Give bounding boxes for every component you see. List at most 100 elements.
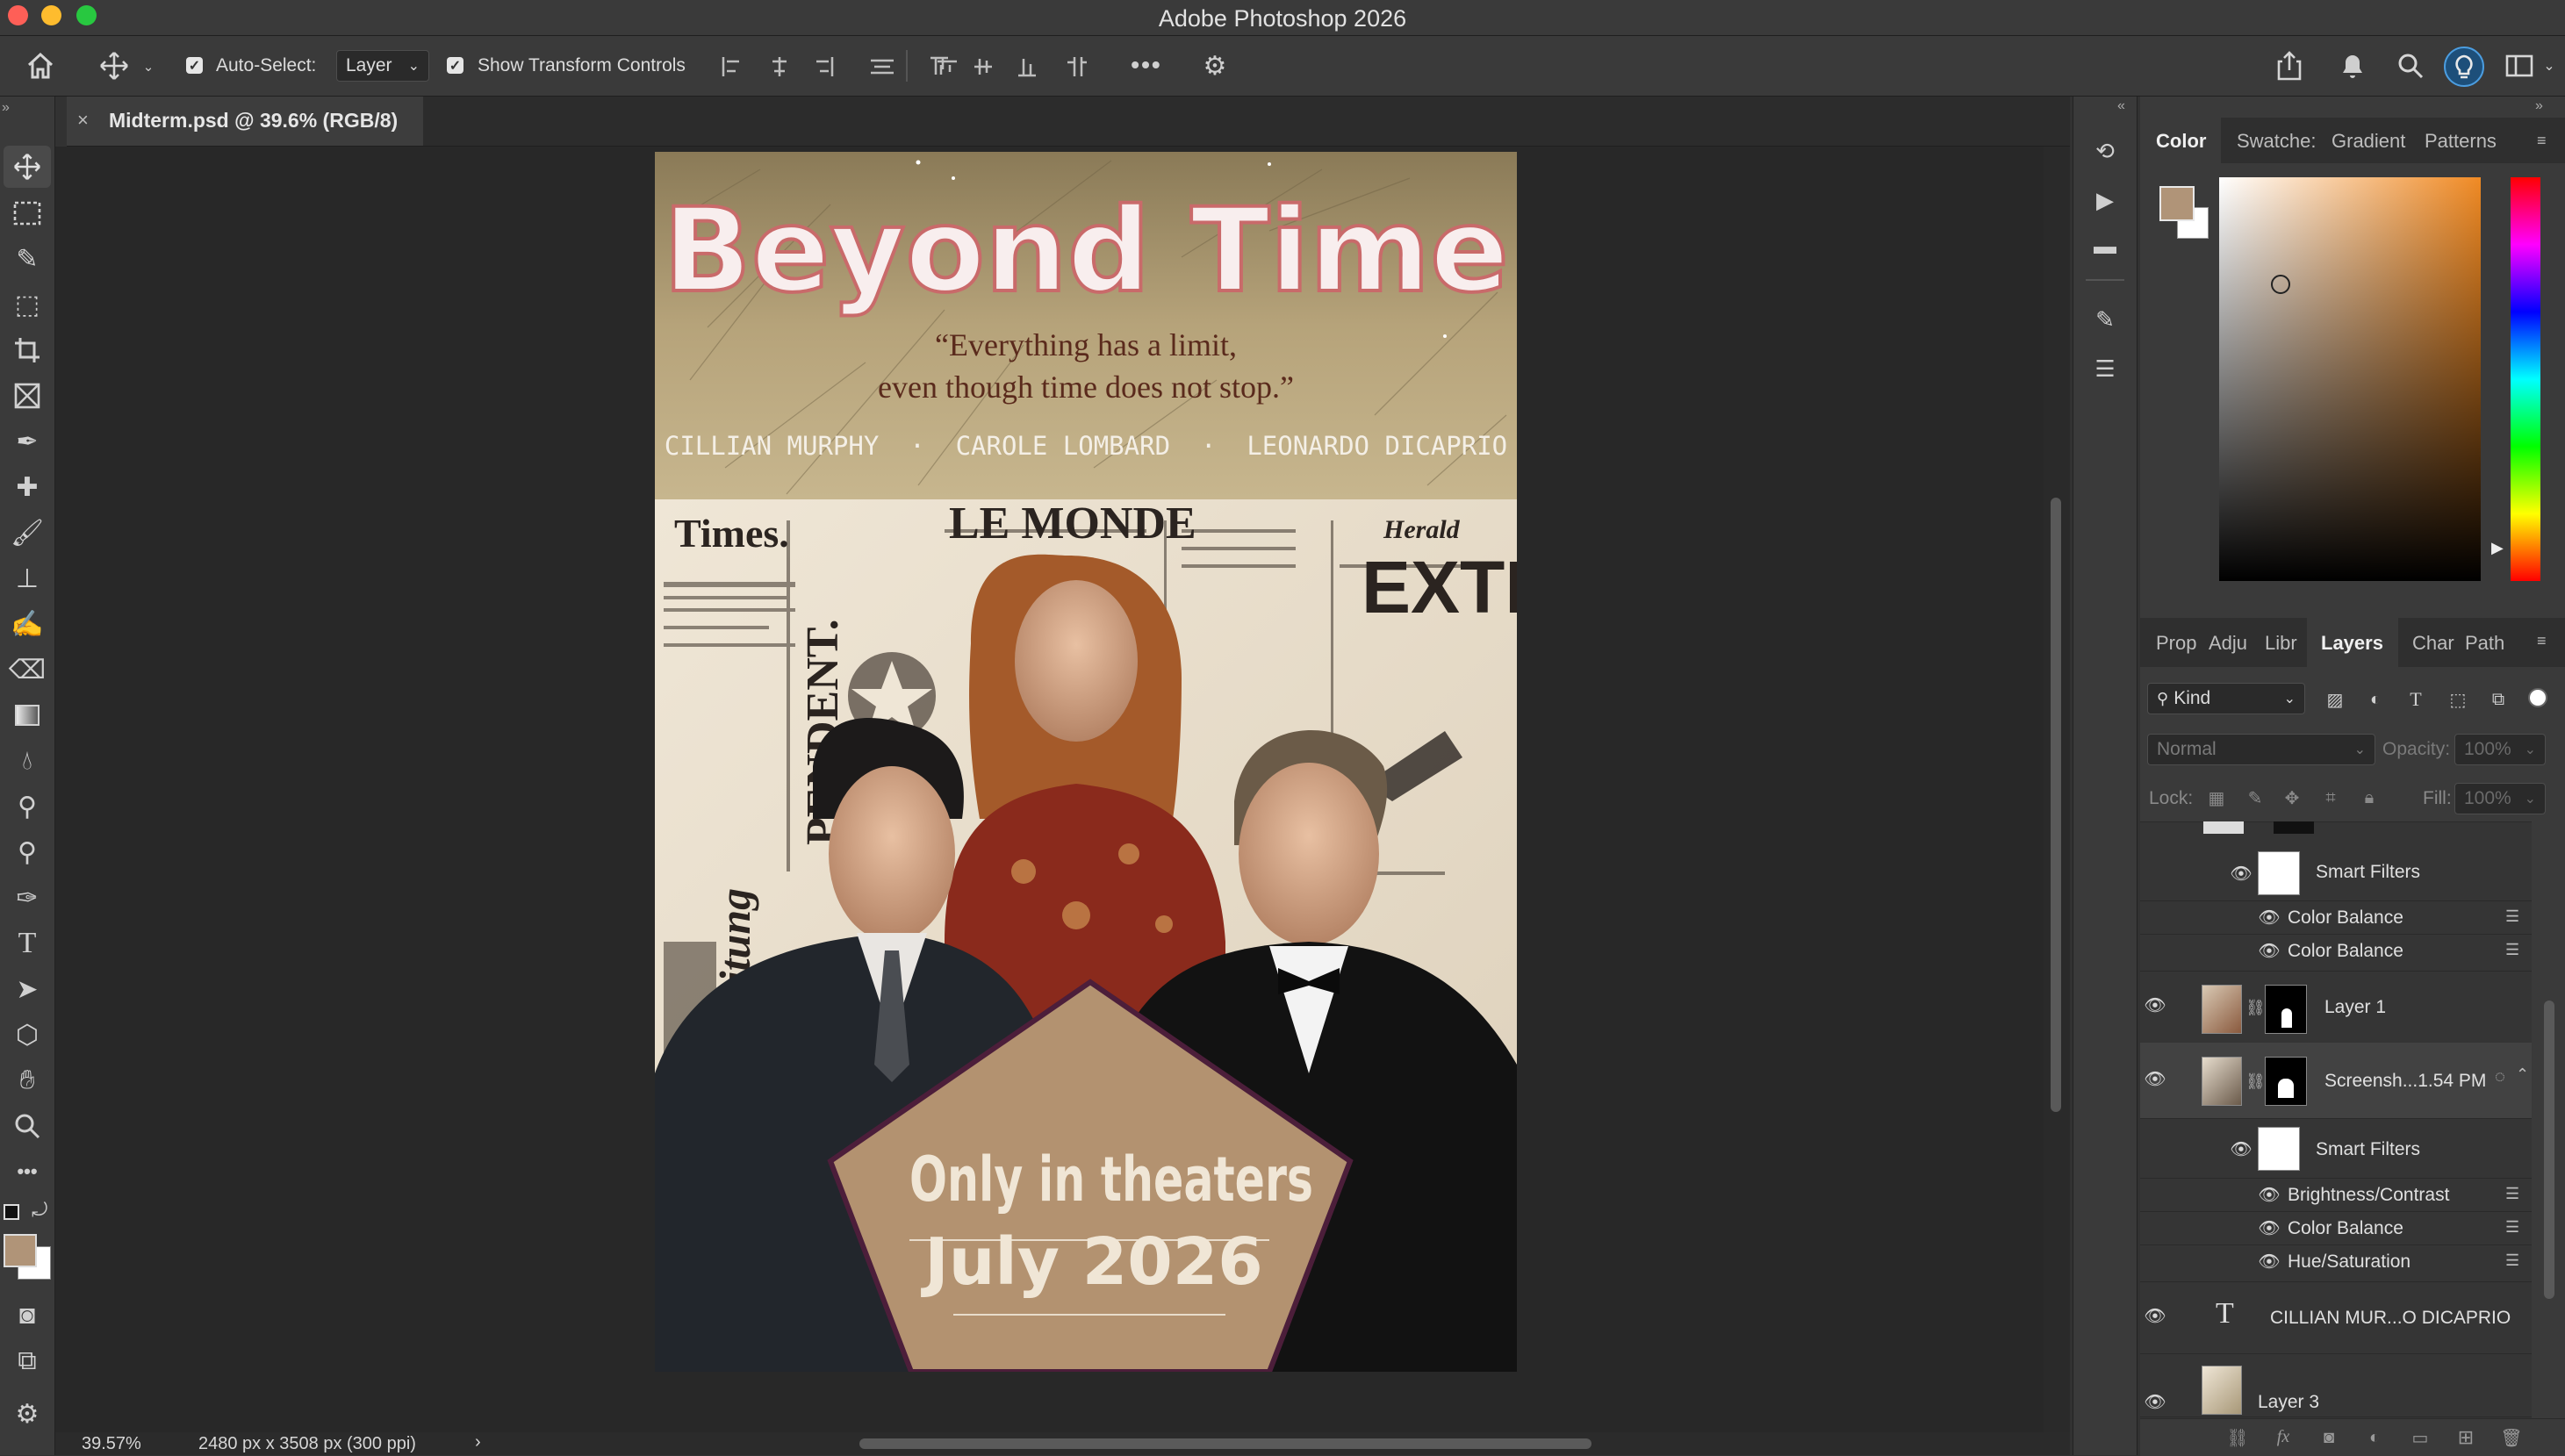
filter-options-icon[interactable]: ☰ <box>2505 907 2519 926</box>
brush-settings-button[interactable]: ✎ <box>2089 304 2121 335</box>
tab-swatches[interactable]: Swatche: <box>2237 119 2317 163</box>
eye-icon[interactable]: 👁︎ <box>2256 908 2282 928</box>
layer-row-screenshot[interactable]: 👁︎ ⛓︎ Screensh...1.54 PM ◌ ⌃ <box>2140 1043 2532 1119</box>
layer-style-button[interactable]: fx <box>2270 1424 2296 1449</box>
chevron-up-icon[interactable]: ⌃ <box>2516 1065 2529 1084</box>
status-menu-arrow[interactable]: › <box>475 1432 481 1452</box>
eye-icon[interactable]: 👁︎ <box>2256 1186 2282 1205</box>
filter-row-color-balance-1[interactable]: 👁︎ Color Balance ☰ <box>2140 900 2532 935</box>
lock-transparent-button[interactable]: ▦ <box>2203 785 2230 811</box>
link-layers-button[interactable]: ⛓︎ <box>2224 1426 2251 1449</box>
layer-row-layer-1[interactable]: 👁︎ ⛓︎ Layer 1 <box>2140 971 2532 1044</box>
new-adjustment-button[interactable]: ◐ <box>2361 1426 2388 1449</box>
fill-input[interactable]: 100% ⌄ <box>2454 783 2546 814</box>
move-tool-preset-button[interactable] <box>95 48 133 83</box>
filter-options-icon[interactable]: ☰ <box>2505 1218 2519 1237</box>
dodge-tool[interactable]: ⚲ <box>0 786 54 827</box>
color-panel-foreground-swatch[interactable] <box>2159 186 2195 221</box>
history-panel-button[interactable]: ⟲ <box>2089 135 2121 167</box>
screen-mode-button[interactable]: ⧉ <box>0 1341 54 1381</box>
eyedropper-tool[interactable]: ✒ <box>0 421 54 462</box>
swap-colors-icon[interactable]: ⤾ <box>32 1199 47 1222</box>
blur-tool[interactable]: 💧︎ <box>0 741 54 781</box>
layer-row-smart-filters-1[interactable]: 👁︎ Smart Filters <box>2140 844 2532 901</box>
filter-row-brightness-contrast[interactable]: 👁︎ Brightness/Contrast ☰ <box>2140 1178 2532 1212</box>
blend-mode-dropdown[interactable]: Normal ⌄ <box>2147 734 2375 765</box>
gradient-tool[interactable] <box>0 695 54 735</box>
poster-document[interactable]: Times. LE MONDE EXTR Herald PENDENT. Zei… <box>655 152 1517 1372</box>
marquee-tool[interactable] <box>0 193 54 233</box>
comments-panel-button[interactable]: ▬ <box>2089 230 2121 262</box>
layers-scrollbar-thumb[interactable] <box>2544 1001 2554 1299</box>
eye-icon[interactable]: 👁︎ <box>2142 1393 2168 1412</box>
foreground-color-swatch[interactable] <box>4 1234 37 1267</box>
color-picker-cursor[interactable] <box>2271 275 2290 294</box>
new-layer-button[interactable]: ⊞ <box>2453 1426 2479 1449</box>
pen-tool[interactable]: ✑ <box>0 878 54 918</box>
layer-row-smart-filters-2[interactable]: 👁︎ Smart Filters <box>2140 1118 2532 1179</box>
tab-paths[interactable]: Path <box>2465 621 2504 665</box>
hue-slider[interactable] <box>2511 177 2540 581</box>
layer-row-layer-3[interactable]: 👁︎ Layer 3 <box>2140 1353 2532 1417</box>
hand-tool[interactable]: ✋︎ <box>0 1060 54 1101</box>
search-button[interactable] <box>2393 48 2428 83</box>
horizontal-scrollbar-thumb[interactable] <box>859 1438 1591 1449</box>
collapse-icon[interactable]: » <box>2 100 10 116</box>
chevron-down-icon[interactable]: ⌄ <box>140 59 156 75</box>
tab-gradient[interactable]: Gradient <box>2331 119 2405 163</box>
link-icon[interactable]: ⛓︎ <box>2245 999 2266 1017</box>
quick-mask-button[interactable]: ◙ <box>0 1295 54 1336</box>
document-tab[interactable]: × Midterm.psd @ 39.6% (RGB/8) <box>67 97 423 146</box>
filter-pixel-button[interactable]: ▨ <box>2321 686 2349 713</box>
filter-smart-object-button[interactable]: ⧉ <box>2484 686 2512 713</box>
lock-pixels-button[interactable]: ✎ <box>2242 785 2268 811</box>
lock-artboard-button[interactable]: ⌗ <box>2317 785 2344 811</box>
brush-tool[interactable]: 🖌︎ <box>0 513 54 553</box>
eye-icon[interactable]: 👁︎ <box>2228 864 2254 884</box>
eye-icon[interactable]: 👁︎ <box>2256 1252 2282 1272</box>
hue-slider-handle[interactable]: ▶ <box>2491 539 2504 557</box>
edit-toolbar-button[interactable]: ••• <box>0 1151 54 1192</box>
tab-properties[interactable]: Prop <box>2156 621 2196 665</box>
default-colors-icon[interactable] <box>4 1204 19 1220</box>
share-tool-button[interactable]: ⚙ <box>0 1394 54 1434</box>
notifications-button[interactable] <box>2335 48 2370 83</box>
crop-tool[interactable] <box>0 330 54 370</box>
opacity-input[interactable]: 100% ⌄ <box>2454 734 2546 765</box>
tab-channels[interactable]: Char <box>2412 621 2454 665</box>
discover-button[interactable] <box>2444 47 2484 87</box>
eye-icon[interactable]: 👁︎ <box>2142 996 2168 1015</box>
auto-select-dropdown[interactable]: Layer ⌄ <box>336 50 429 82</box>
filter-row-color-balance-2[interactable]: 👁︎ Color Balance ☰ <box>2140 934 2532 972</box>
close-tab-icon[interactable]: × <box>77 109 89 132</box>
filter-shape-button[interactable]: ⬚ <box>2444 686 2472 713</box>
filter-type-button[interactable]: T <box>2402 686 2430 713</box>
filter-options-icon[interactable]: ☰ <box>2505 1252 2519 1270</box>
eye-icon[interactable]: 👁︎ <box>2142 1070 2168 1089</box>
share-button[interactable] <box>2272 48 2307 83</box>
layer-filter-dropdown[interactable]: ⚲ Kind ⌄ <box>2147 683 2305 714</box>
tab-patterns[interactable]: Patterns <box>2425 119 2497 163</box>
eye-icon[interactable]: 👁︎ <box>2142 1307 2168 1326</box>
layer-row-text[interactable]: 👁︎ T CILLIAN MUR...O DICAPRIO <box>2140 1281 2532 1354</box>
eraser-tool[interactable]: ⌫ <box>0 649 54 690</box>
delete-layer-button[interactable]: 🗑︎ <box>2498 1426 2525 1449</box>
filter-adjustment-button[interactable]: ◐ <box>2361 686 2389 713</box>
eye-icon[interactable]: 👁︎ <box>2256 1219 2282 1238</box>
filter-options-icon[interactable]: ☰ <box>2505 1185 2519 1203</box>
filter-options-icon[interactable]: ☰ <box>2505 941 2519 959</box>
tab-libraries[interactable]: Libr <box>2265 621 2297 665</box>
frame-tool[interactable] <box>0 376 54 416</box>
select-subject-tool[interactable]: ⬚ <box>0 284 54 325</box>
move-tool[interactable] <box>0 147 54 187</box>
actions-panel-button[interactable]: ▶ <box>2089 184 2121 216</box>
filter-toggle-switch[interactable] <box>2528 688 2547 707</box>
zoom-level[interactable]: 39.57% <box>82 1434 141 1454</box>
vertical-scrollbar-thumb[interactable] <box>2051 498 2061 1112</box>
saturation-brightness-field[interactable] <box>2219 177 2481 581</box>
tab-layers[interactable]: Layers <box>2321 621 2383 665</box>
filter-row-color-balance-3[interactable]: 👁︎ Color Balance ☰ <box>2140 1211 2532 1245</box>
panel-menu-icon[interactable]: ≡ <box>2537 632 2547 650</box>
distribute-buttons-group[interactable] <box>929 55 1096 78</box>
lock-position-button[interactable]: ✥ <box>2279 785 2305 811</box>
